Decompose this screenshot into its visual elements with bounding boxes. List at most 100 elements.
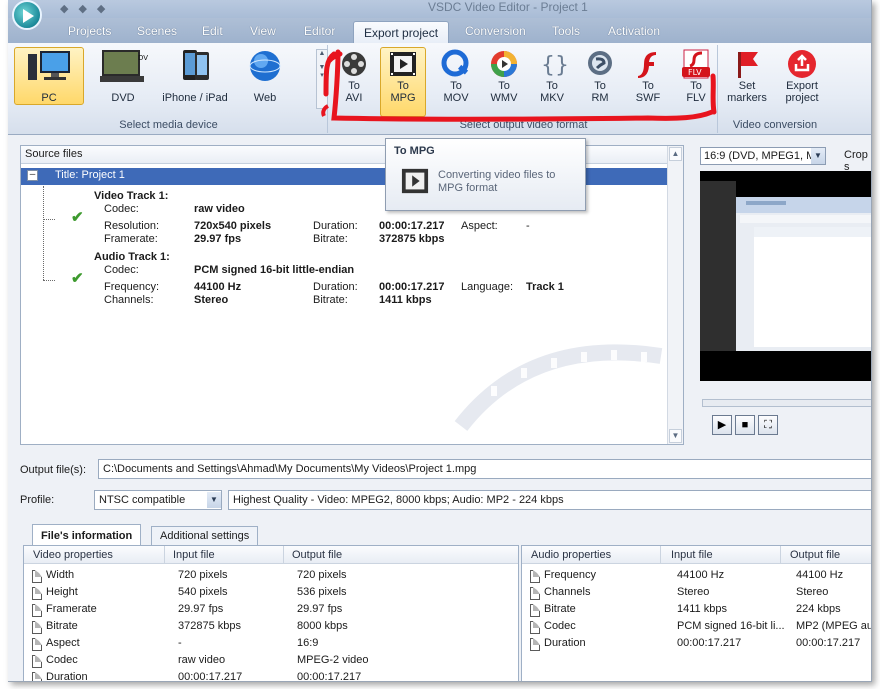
tab-export-project[interactable]: Export project [353,21,450,43]
to-flv-button[interactable]: FLV To FLV [674,47,718,117]
to-mkv-button[interactable]: {} To MKV [530,47,574,117]
audio-col-output[interactable]: Output file [790,549,840,561]
input-value: 29.97 fps [178,603,224,615]
media-player-icon [491,51,517,77]
audio-track-name: Audio Track 1: [94,251,170,263]
app-window: ◆◆◆ VSDC Video Editor - Project 1 Projec… [8,0,872,682]
document-icon [530,638,540,651]
output-value: MP2 (MPEG audio [796,620,872,632]
tab-scenes[interactable]: Scenes [137,24,177,38]
column-separator[interactable] [283,546,284,564]
scroll-down-icon[interactable]: ▼ [669,429,682,443]
audio-channels-label: Channels: [104,294,154,306]
to-wmv-button[interactable]: To WMV [482,47,526,117]
input-value: raw video [178,654,226,666]
collapse-toggle[interactable]: – [27,170,38,181]
chevron-down-icon[interactable]: ▼ [207,492,221,508]
web-button[interactable]: Web [236,47,294,105]
input-value: 540 pixels [178,586,228,598]
app-logo-icon[interactable] [12,0,42,30]
tab-files-information[interactable]: File's information [32,524,142,546]
video-frame-thumbnail [700,181,871,351]
tab-additional-settings[interactable]: Additional settings [151,526,259,546]
profile-select[interactable]: NTSC compatible ▼ [94,490,222,510]
audio-frequency-label: Frequency: [104,281,160,293]
output-path-field[interactable]: C:\Documents and Settings\Ahmad\My Docum… [98,459,871,479]
video-conversion-group-label: Video conversion [732,119,818,131]
video-col-input[interactable]: Input file [173,549,215,561]
tab-projects[interactable]: Projects [68,24,111,38]
video-track-check-icon[interactable]: ✔ [71,208,84,226]
audio-col-input[interactable]: Input file [671,549,713,561]
audio-codec-value: PCM signed 16-bit little-endian [194,264,355,276]
chevron-down-icon[interactable]: ▼ [811,148,825,164]
video-properties-header: Video properties Input file Output file [24,546,518,564]
input-value: 00:00:17.217 [677,637,742,649]
document-icon [32,570,42,583]
seek-bar[interactable] [702,399,871,407]
document-icon [530,570,540,583]
tooltip-text: Converting video files to MPG format [438,169,556,194]
document-icon [530,587,540,600]
to-swf-line2: SWF [635,92,661,104]
to-rm-button[interactable]: To RM [578,47,622,117]
quicktime-icon [441,49,469,77]
web-label: Web [253,92,277,104]
iphone-ipad-button[interactable]: iPhone / iPad [156,47,234,105]
audio-properties-table: Audio properties Input file Output file … [521,545,872,681]
svg-text:{}: {} [541,53,568,78]
play-icon: ▶ [717,419,727,431]
export-icon [788,50,816,78]
tab-editor[interactable]: Editor [304,24,335,38]
to-mov-button[interactable]: To MOV [434,47,478,117]
to-wmv-line2: WMV [490,92,518,104]
property-name: Channels [544,586,591,598]
set-markers-line1: Set [738,80,756,92]
to-avi-button[interactable]: To AVI [332,47,376,117]
stop-button[interactable]: ■ [735,415,755,435]
export-project-button[interactable]: Export project [776,47,828,117]
tree-branch [43,280,55,281]
video-col-output[interactable]: Output file [292,549,342,561]
source-scrollbar[interactable]: ▲ ▼ [667,146,683,444]
output-value: 16:9 [297,637,319,649]
pc-button[interactable]: PC [14,47,84,105]
play-button[interactable]: ▶ [712,415,732,435]
scroll-up-icon[interactable]: ▲ [669,147,682,161]
audio-track-check-icon[interactable]: ✔ [71,269,84,287]
iphone-icon [183,50,209,80]
audio-codec-label: Codec: [104,264,139,276]
tab-activation[interactable]: Activation [608,24,660,38]
tab-edit[interactable]: Edit [202,24,223,38]
column-separator[interactable] [660,546,661,564]
profile-description-field[interactable]: Highest Quality - Video: MPEG2, 8000 kbp… [228,490,871,510]
tab-tools[interactable]: Tools [552,24,580,38]
aspect-ratio-select[interactable]: 16:9 (DVD, MPEG1, M ▼ [700,147,826,165]
film-reel-icon [342,52,366,76]
property-name: Height [46,586,78,598]
to-mpg-button[interactable]: To MPG [380,47,426,117]
dvd-button[interactable]: DVD DVD [88,47,158,105]
tab-conversion[interactable]: Conversion [465,24,526,38]
video-col-property[interactable]: Video properties [33,549,113,561]
tree-line [43,186,44,280]
profile-value: NTSC compatible [99,494,186,506]
to-avi-line1: To [348,80,360,92]
audio-col-property[interactable]: Audio properties [531,549,611,561]
tab-view[interactable]: View [250,24,276,38]
audio-language-label: Language: [461,281,513,293]
set-markers-button[interactable]: Set markers [722,47,772,117]
video-aspect-label: Aspect: [461,220,498,232]
column-separator[interactable] [780,546,781,564]
quick-access-icons[interactable]: ◆◆◆ [60,2,115,15]
ribbon-gallery-scroll[interactable]: ▲ ▼ ▾ [316,49,328,109]
to-swf-button[interactable]: To SWF [626,47,670,117]
to-mpg-line1: To [397,80,409,92]
document-icon [32,655,42,668]
video-preview[interactable] [700,171,871,381]
column-separator[interactable] [164,546,165,564]
pc-label: PC [41,92,57,104]
output-files-label: Output file(s): [20,464,87,476]
iphone-ipad-label: iPhone / iPad [162,92,228,104]
fullscreen-button[interactable]: ⛶ [758,415,778,435]
